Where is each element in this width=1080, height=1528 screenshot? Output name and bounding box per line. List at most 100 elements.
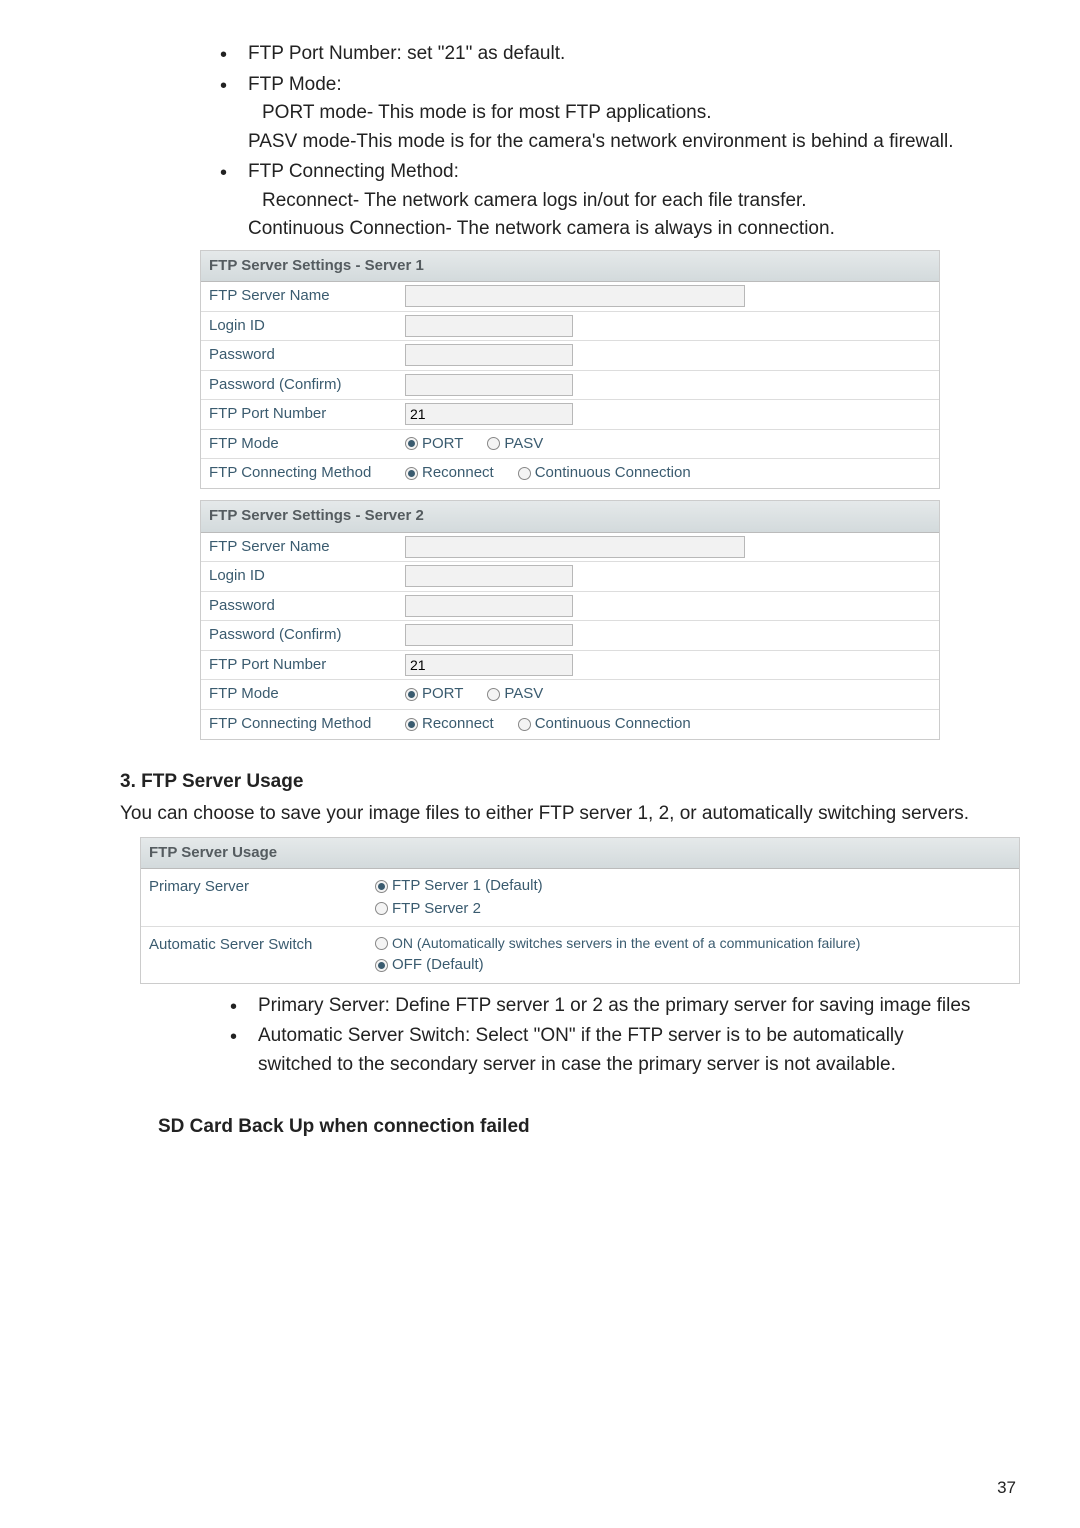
radio-icon bbox=[375, 880, 388, 893]
server2-name-input[interactable] bbox=[405, 536, 745, 558]
server2-conn-rec-radio[interactable]: Reconnect bbox=[405, 713, 494, 736]
server1-name-label: FTP Server Name bbox=[201, 282, 401, 311]
row-server2-login: Login ID bbox=[201, 562, 939, 592]
primary-server2-radio[interactable]: FTP Server 2 bbox=[375, 898, 481, 921]
top-bullet-list: FTP Port Number: set "21" as default. FT… bbox=[220, 40, 980, 244]
radio-icon bbox=[375, 937, 388, 950]
radio-icon bbox=[518, 467, 531, 480]
server2-port-label: FTP Port Number bbox=[201, 651, 401, 680]
server2-conn-rec-text: Reconnect bbox=[422, 713, 494, 736]
row-server1-mode: FTP Mode PORT PASV bbox=[201, 430, 939, 460]
ftp-conn-sub-2: Continuous Connection- The network camer… bbox=[248, 215, 980, 244]
row-auto-switch: Automatic Server Switch ON (Automaticall… bbox=[141, 927, 1019, 983]
ftp-server1-header: FTP Server Settings - Server 1 bbox=[201, 251, 939, 283]
primary-server1-text: FTP Server 1 (Default) bbox=[392, 875, 543, 898]
radio-icon bbox=[405, 467, 418, 480]
server1-pwdc-label: Password (Confirm) bbox=[201, 371, 401, 400]
server2-mode-port-radio[interactable]: PORT bbox=[405, 683, 463, 706]
page-number: 37 bbox=[997, 1475, 1016, 1501]
bullet-ftp-port: FTP Port Number: set "21" as default. bbox=[220, 40, 980, 69]
usage-bullet-list: Primary Server: Define FTP server 1 or 2… bbox=[230, 992, 980, 1080]
radio-icon bbox=[405, 437, 418, 450]
server2-mode-label: FTP Mode bbox=[201, 680, 401, 709]
ftp-mode-sub-2: PASV mode-This mode is for the camera's … bbox=[248, 128, 980, 157]
ftp-server2-header: FTP Server Settings - Server 2 bbox=[201, 501, 939, 533]
ftp-usage-header: FTP Server Usage bbox=[141, 838, 1019, 870]
server1-conn-rec-text: Reconnect bbox=[422, 462, 494, 485]
server2-mode-pasv-text: PASV bbox=[504, 683, 543, 706]
bullet-primary: Primary Server: Define FTP server 1 or 2… bbox=[230, 992, 980, 1021]
server1-pwd-label: Password bbox=[201, 341, 401, 370]
server2-conn-cont-radio[interactable]: Continuous Connection bbox=[518, 713, 691, 736]
ftp-server1-box: FTP Server Settings - Server 1 FTP Serve… bbox=[200, 250, 940, 490]
server1-mode-label: FTP Mode bbox=[201, 430, 401, 459]
server1-name-input[interactable] bbox=[405, 285, 745, 307]
ftp-usage-box: FTP Server Usage Primary Server FTP Serv… bbox=[140, 837, 1020, 984]
auto-on-text: ON (Automatically switches servers in th… bbox=[392, 933, 860, 954]
auto-on-radio[interactable]: ON (Automatically switches servers in th… bbox=[375, 933, 860, 954]
server2-port-input[interactable] bbox=[405, 654, 573, 676]
server2-pwdc-input[interactable] bbox=[405, 624, 573, 646]
row-server2-conn: FTP Connecting Method Reconnect Continuo… bbox=[201, 710, 939, 739]
server1-port-input[interactable] bbox=[405, 403, 573, 425]
auto-off-radio[interactable]: OFF (Default) bbox=[375, 954, 484, 977]
row-server2-name: FTP Server Name bbox=[201, 533, 939, 563]
server2-name-label: FTP Server Name bbox=[201, 533, 401, 562]
row-server2-pwdc: Password (Confirm) bbox=[201, 621, 939, 651]
radio-icon bbox=[375, 959, 388, 972]
primary-server2-text: FTP Server 2 bbox=[392, 898, 481, 921]
server1-mode-port-text: PORT bbox=[422, 433, 463, 456]
server1-conn-label: FTP Connecting Method bbox=[201, 459, 401, 488]
server1-mode-pasv-radio[interactable]: PASV bbox=[487, 433, 543, 456]
row-server1-pwdc: Password (Confirm) bbox=[201, 371, 939, 401]
server1-pwdc-input[interactable] bbox=[405, 374, 573, 396]
primary-server1-radio[interactable]: FTP Server 1 (Default) bbox=[375, 875, 543, 898]
server2-pwd-label: Password bbox=[201, 592, 401, 621]
usage-paragraph: You can choose to save your image files … bbox=[120, 800, 980, 829]
server1-login-input[interactable] bbox=[405, 315, 573, 337]
radio-icon bbox=[487, 437, 500, 450]
row-server2-mode: FTP Mode PORT PASV bbox=[201, 680, 939, 710]
server2-mode-pasv-radio[interactable]: PASV bbox=[487, 683, 543, 706]
bullet-ftp-mode: FTP Mode: PORT mode- This mode is for mo… bbox=[220, 71, 980, 157]
radio-icon bbox=[405, 688, 418, 701]
server1-mode-port-radio[interactable]: PORT bbox=[405, 433, 463, 456]
bullet-ftp-mode-label: FTP Mode: bbox=[248, 74, 342, 95]
bullet-ftp-conn: FTP Connecting Method: Reconnect- The ne… bbox=[220, 158, 980, 244]
server2-pwd-input[interactable] bbox=[405, 595, 573, 617]
auto-switch-label: Automatic Server Switch bbox=[141, 931, 371, 960]
row-server2-pwd: Password bbox=[201, 592, 939, 622]
row-primary-server: Primary Server FTP Server 1 (Default) FT… bbox=[141, 869, 1019, 927]
server2-conn-cont-text: Continuous Connection bbox=[535, 713, 691, 736]
bullet-autoswitch: Automatic Server Switch: Select "ON" if … bbox=[230, 1022, 980, 1079]
row-server2-port: FTP Port Number bbox=[201, 651, 939, 681]
row-server1-name: FTP Server Name bbox=[201, 282, 939, 312]
server2-pwdc-label: Password (Confirm) bbox=[201, 621, 401, 650]
row-server1-login: Login ID bbox=[201, 312, 939, 342]
usage-heading: 3. FTP Server Usage bbox=[120, 768, 980, 797]
server1-mode-pasv-text: PASV bbox=[504, 433, 543, 456]
ftp-server2-box: FTP Server Settings - Server 2 FTP Serve… bbox=[200, 500, 940, 740]
server2-mode-port-text: PORT bbox=[422, 683, 463, 706]
radio-icon bbox=[375, 902, 388, 915]
auto-off-text: OFF (Default) bbox=[392, 954, 484, 977]
row-server1-port: FTP Port Number bbox=[201, 400, 939, 430]
sd-heading: SD Card Back Up when connection failed bbox=[158, 1113, 980, 1142]
server1-conn-rec-radio[interactable]: Reconnect bbox=[405, 462, 494, 485]
row-server1-conn: FTP Connecting Method Reconnect Continuo… bbox=[201, 459, 939, 488]
bullet-ftp-conn-label: FTP Connecting Method: bbox=[248, 161, 459, 182]
server2-conn-label: FTP Connecting Method bbox=[201, 710, 401, 739]
server2-login-input[interactable] bbox=[405, 565, 573, 587]
ftp-mode-sub-1: PORT mode- This mode is for most FTP app… bbox=[262, 99, 980, 128]
radio-icon bbox=[518, 718, 531, 731]
server1-pwd-input[interactable] bbox=[405, 344, 573, 366]
server1-conn-cont-text: Continuous Connection bbox=[535, 462, 691, 485]
primary-server-label: Primary Server bbox=[141, 873, 371, 902]
server1-conn-cont-radio[interactable]: Continuous Connection bbox=[518, 462, 691, 485]
radio-icon bbox=[487, 688, 500, 701]
server2-login-label: Login ID bbox=[201, 562, 401, 591]
radio-icon bbox=[405, 718, 418, 731]
row-server1-pwd: Password bbox=[201, 341, 939, 371]
server1-port-label: FTP Port Number bbox=[201, 400, 401, 429]
ftp-conn-sub-1: Reconnect- The network camera logs in/ou… bbox=[262, 187, 980, 216]
